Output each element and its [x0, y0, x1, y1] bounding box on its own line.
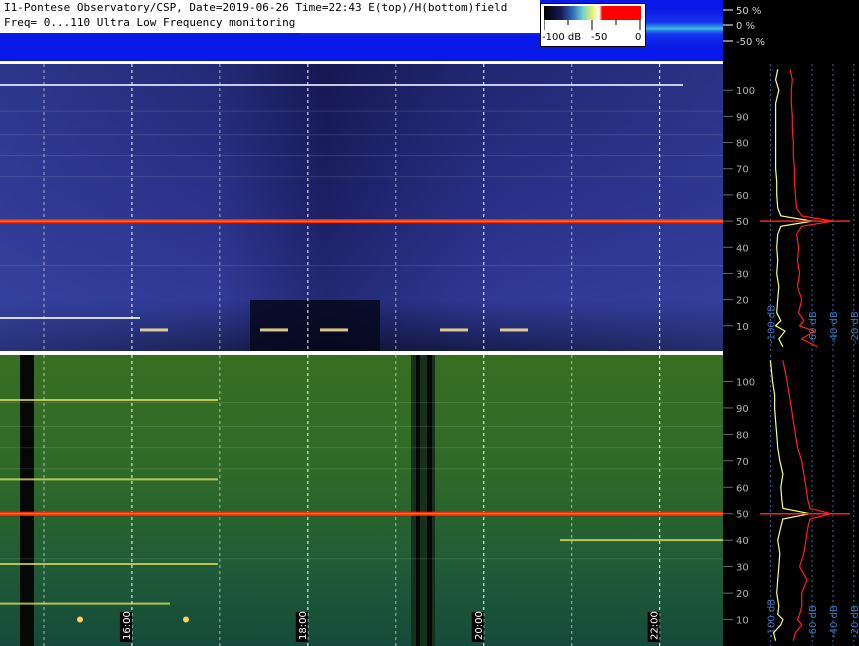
- y-tick-label: 100: [736, 86, 755, 97]
- panel-separator: [0, 61, 723, 64]
- time-tick-label: 22:00: [650, 611, 661, 640]
- y-tick-label: 10: [736, 616, 749, 627]
- y-tick-label: 70: [736, 165, 749, 176]
- profile-db-label: -100 dB: [766, 599, 777, 638]
- profile-db-label: -20 dB: [850, 311, 859, 344]
- y-tick-label: 40: [736, 536, 749, 547]
- amplitude-label: -50 %: [736, 37, 765, 48]
- y-tick-label: 100: [736, 377, 755, 388]
- chart-canvas: 10 20 30 40 50 60 70 80 90 100 10 20 30 40 50 60 70 80 90 1…: [0, 0, 859, 646]
- y-tick-label: 60: [736, 483, 749, 494]
- y-tick-label: 40: [736, 243, 749, 254]
- colorbar-label-min: -100 dB: [542, 32, 582, 43]
- time-tick-label: 20:00: [474, 611, 485, 640]
- time-tick-label: 18:00: [298, 611, 309, 640]
- time-tick-label: 16:00: [122, 611, 133, 640]
- y-tick-label: 30: [736, 563, 749, 574]
- profile-db-label: -60 dB: [808, 311, 819, 344]
- h-field-spectrogram: [0, 355, 723, 646]
- profile-panel: [760, 64, 859, 646]
- y-tick-label: 20: [736, 296, 749, 307]
- subtitle: Freq= 0...110 Ultra Low Frequency monito…: [4, 15, 296, 30]
- profile-db-label: -60 dB: [808, 605, 819, 638]
- y-tick-label: 20: [736, 589, 749, 600]
- y-tick-label: 60: [736, 191, 749, 202]
- profile-db-label: -40 dB: [829, 605, 840, 638]
- y-tick-label: 80: [736, 139, 749, 150]
- colorbar-legend: -100 dB -50 0: [540, 3, 646, 47]
- profile-db-label: -100 dB: [766, 305, 777, 344]
- profile-db-label: -40 dB: [829, 311, 840, 344]
- colorbar-label-mid: -50: [591, 32, 608, 43]
- amplitude-label: 0 %: [736, 21, 755, 32]
- data-gap-band: [20, 355, 34, 646]
- y-tick-label: 10: [736, 322, 749, 333]
- y-tick-label: 50: [736, 510, 749, 521]
- page-title: I1-Pontese Observatory/CSP, Date=2019-06…: [4, 1, 508, 14]
- y-tick-label: 90: [736, 404, 749, 415]
- y-tick-label: 80: [736, 430, 749, 441]
- profile-db-label: -20 dB: [850, 605, 859, 638]
- y-tick-label: 90: [736, 112, 749, 123]
- y-tick-label: 70: [736, 457, 749, 468]
- y-tick-label: 50: [736, 217, 749, 228]
- panel-separator: [0, 351, 723, 355]
- title-box: I1-Pontese Observatory/CSP, Date=2019-06…: [0, 0, 540, 33]
- colorbar-gradient: [544, 6, 641, 20]
- colorbar-label-max: 0: [635, 32, 642, 43]
- amplitude-label: 50 %: [736, 6, 761, 17]
- y-tick-label: 30: [736, 269, 749, 280]
